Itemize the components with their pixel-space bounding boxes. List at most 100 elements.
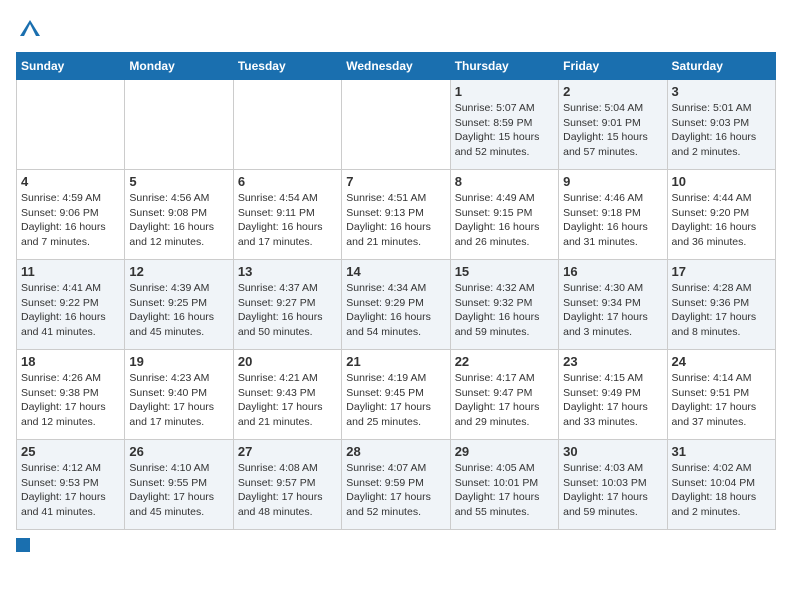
calendar-day-cell: 14Sunrise: 4:34 AM Sunset: 9:29 PM Dayli… [342, 260, 450, 350]
day-number: 8 [455, 174, 554, 189]
day-info: Sunrise: 4:28 AM Sunset: 9:36 PM Dayligh… [672, 281, 771, 340]
logo [16, 16, 46, 44]
calendar-day-cell: 27 Sunrise: 4:08 AM Sunset: 9:57 PM Dayli… [233, 440, 341, 530]
day-info: Sunrise: 4:44 AM Sunset: 9:20 PM Dayligh… [672, 191, 771, 250]
calendar-day-header: Thursday [450, 53, 558, 80]
day-number: 11 [21, 264, 120, 279]
day-info: Sunrise: 4:02 AM Sunset: 10:04 PM Daylig… [672, 461, 771, 520]
calendar-day-header: Friday [559, 53, 667, 80]
calendar-table: SundayMondayTuesdayWednesdayThursdayFrid… [16, 52, 776, 530]
page-header [16, 16, 776, 44]
calendar-day-cell: 17 Sunrise: 4:28 AM Sunset: 9:36 PM Dayli… [667, 260, 775, 350]
calendar-day-cell: 19 Sunrise: 4:23 AM Sunset: 9:40 PM Dayli… [125, 350, 233, 440]
day-info: Sunrise: 4:15 AM Sunset: 9:49 PM Dayligh… [563, 371, 662, 430]
day-info: Sunrise: 4:54 AM Sunset: 9:11 PM Dayligh… [238, 191, 337, 250]
day-info: Sunrise: 4:19 AM Sunset: 9:45 PM Dayligh… [346, 371, 445, 430]
calendar-day-cell: 7 Sunrise: 4:51 AM Sunset: 9:13 PM Daylig… [342, 170, 450, 260]
day-number: 12 [129, 264, 228, 279]
calendar-day-cell: 24 Sunrise: 4:14 AM Sunset: 9:51 PM Dayli… [667, 350, 775, 440]
calendar-week-row: 18 Sunrise: 4:26 AM Sunset: 9:38 PM Dayli… [17, 350, 776, 440]
calendar-week-row: 4 Sunrise: 4:59 AM Sunset: 9:06 PM Daylig… [17, 170, 776, 260]
calendar-day-cell [233, 80, 341, 170]
day-info: Sunrise: 4:07 AM Sunset: 9:59 PM Dayligh… [346, 461, 445, 520]
day-info: Sunrise: 4:23 AM Sunset: 9:40 PM Dayligh… [129, 371, 228, 430]
day-number: 25 [21, 444, 120, 459]
calendar-day-cell: 2 Sunrise: 5:04 AM Sunset: 9:01 PM Daylig… [559, 80, 667, 170]
day-info: Sunrise: 4:59 AM Sunset: 9:06 PM Dayligh… [21, 191, 120, 250]
day-number: 9 [563, 174, 662, 189]
calendar-day-cell: 22 Sunrise: 4:17 AM Sunset: 9:47 PM Dayli… [450, 350, 558, 440]
day-number: 18 [21, 354, 120, 369]
day-number: 15 [455, 264, 554, 279]
calendar-day-cell: 8 Sunrise: 4:49 AM Sunset: 9:15 PM Daylig… [450, 170, 558, 260]
day-number: 6 [238, 174, 337, 189]
calendar-day-cell: 5 Sunrise: 4:56 AM Sunset: 9:08 PM Daylig… [125, 170, 233, 260]
calendar-day-cell [17, 80, 125, 170]
day-number: 7 [346, 174, 445, 189]
day-number: 21 [346, 354, 445, 369]
calendar-day-cell: 6 Sunrise: 4:54 AM Sunset: 9:11 PM Daylig… [233, 170, 341, 260]
day-number: 2 [563, 84, 662, 99]
calendar-week-row: 11Sunrise: 4:41 AM Sunset: 9:22 PM Dayli… [17, 260, 776, 350]
day-number: 4 [21, 174, 120, 189]
calendar-day-cell: 1Sunrise: 5:07 AM Sunset: 8:59 PM Daylig… [450, 80, 558, 170]
day-info: Sunrise: 4:49 AM Sunset: 9:15 PM Dayligh… [455, 191, 554, 250]
day-number: 3 [672, 84, 771, 99]
calendar-day-header: Tuesday [233, 53, 341, 80]
day-info: Sunrise: 4:51 AM Sunset: 9:13 PM Dayligh… [346, 191, 445, 250]
calendar-day-cell: 10 Sunrise: 4:44 AM Sunset: 9:20 PM Dayli… [667, 170, 775, 260]
day-info: Sunrise: 4:03 AM Sunset: 10:03 PM Daylig… [563, 461, 662, 520]
day-number: 14 [346, 264, 445, 279]
calendar-day-header: Wednesday [342, 53, 450, 80]
calendar-day-cell: 20Sunrise: 4:21 AM Sunset: 9:43 PM Dayli… [233, 350, 341, 440]
calendar-day-cell: 21 Sunrise: 4:19 AM Sunset: 9:45 PM Dayli… [342, 350, 450, 440]
day-info: Sunrise: 5:04 AM Sunset: 9:01 PM Dayligh… [563, 101, 662, 160]
calendar-day-header: Monday [125, 53, 233, 80]
day-number: 24 [672, 354, 771, 369]
day-info: Sunrise: 4:46 AM Sunset: 9:18 PM Dayligh… [563, 191, 662, 250]
calendar-day-header: Saturday [667, 53, 775, 80]
calendar-day-cell [125, 80, 233, 170]
day-info: Sunrise: 4:21 AM Sunset: 9:43 PM Dayligh… [238, 371, 337, 430]
calendar-day-cell: 23 Sunrise: 4:15 AM Sunset: 9:49 PM Dayli… [559, 350, 667, 440]
day-number: 31 [672, 444, 771, 459]
calendar-day-cell: 9 Sunrise: 4:46 AM Sunset: 9:18 PM Daylig… [559, 170, 667, 260]
day-info: Sunrise: 4:17 AM Sunset: 9:47 PM Dayligh… [455, 371, 554, 430]
day-number: 30 [563, 444, 662, 459]
day-info: Sunrise: 4:05 AM Sunset: 10:01 PM Daylig… [455, 461, 554, 520]
logo-icon [16, 16, 44, 44]
day-info: Sunrise: 4:32 AM Sunset: 9:32 PM Dayligh… [455, 281, 554, 340]
calendar-day-cell: 25 Sunrise: 4:12 AM Sunset: 9:53 PM Dayli… [17, 440, 125, 530]
day-number: 5 [129, 174, 228, 189]
day-info: Sunrise: 4:12 AM Sunset: 9:53 PM Dayligh… [21, 461, 120, 520]
day-info: Sunrise: 4:37 AM Sunset: 9:27 PM Dayligh… [238, 281, 337, 340]
calendar-day-cell: 28 Sunrise: 4:07 AM Sunset: 9:59 PM Dayli… [342, 440, 450, 530]
day-info: Sunrise: 4:08 AM Sunset: 9:57 PM Dayligh… [238, 461, 337, 520]
day-number: 10 [672, 174, 771, 189]
calendar-day-cell: 13 Sunrise: 4:37 AM Sunset: 9:27 PM Dayli… [233, 260, 341, 350]
calendar-day-cell [342, 80, 450, 170]
day-number: 29 [455, 444, 554, 459]
calendar-day-cell: 15 Sunrise: 4:32 AM Sunset: 9:32 PM Dayli… [450, 260, 558, 350]
day-info: Sunrise: 4:26 AM Sunset: 9:38 PM Dayligh… [21, 371, 120, 430]
calendar-week-row: 25 Sunrise: 4:12 AM Sunset: 9:53 PM Dayli… [17, 440, 776, 530]
day-info: Sunrise: 4:56 AM Sunset: 9:08 PM Dayligh… [129, 191, 228, 250]
day-number: 13 [238, 264, 337, 279]
calendar-week-row: 1Sunrise: 5:07 AM Sunset: 8:59 PM Daylig… [17, 80, 776, 170]
day-number: 1 [455, 84, 554, 99]
day-number: 22 [455, 354, 554, 369]
day-number: 28 [346, 444, 445, 459]
day-info: Sunrise: 4:10 AM Sunset: 9:55 PM Dayligh… [129, 461, 228, 520]
calendar-day-cell: 16Sunrise: 4:30 AM Sunset: 9:34 PM Dayli… [559, 260, 667, 350]
calendar-day-cell: 12Sunrise: 4:39 AM Sunset: 9:25 PM Dayli… [125, 260, 233, 350]
day-info: Sunrise: 4:30 AM Sunset: 9:34 PM Dayligh… [563, 281, 662, 340]
day-info: Sunrise: 4:14 AM Sunset: 9:51 PM Dayligh… [672, 371, 771, 430]
day-number: 19 [129, 354, 228, 369]
day-number: 27 [238, 444, 337, 459]
calendar-header-row: SundayMondayTuesdayWednesdayThursdayFrid… [17, 53, 776, 80]
calendar-day-cell: 3Sunrise: 5:01 AM Sunset: 9:03 PM Daylig… [667, 80, 775, 170]
calendar-day-cell: 29 Sunrise: 4:05 AM Sunset: 10:01 PM Dayl… [450, 440, 558, 530]
day-number: 17 [672, 264, 771, 279]
calendar-day-cell: 31 Sunrise: 4:02 AM Sunset: 10:04 PM Dayl… [667, 440, 775, 530]
day-number: 23 [563, 354, 662, 369]
